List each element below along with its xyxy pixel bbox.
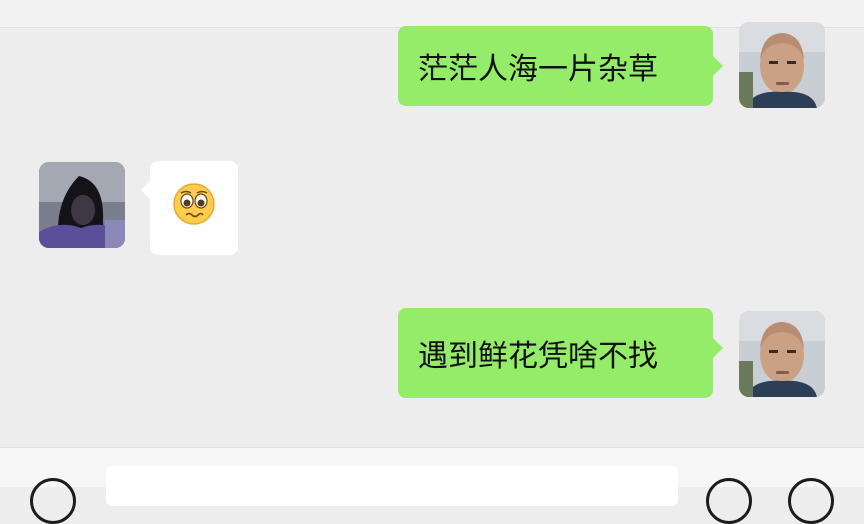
input-bar [0, 447, 864, 524]
girl-portrait-image [39, 162, 125, 248]
sent-message-bubble[interactable]: 茫茫人海一片杂草 [398, 26, 723, 106]
received-message-bubble[interactable] [141, 161, 238, 255]
self-avatar[interactable] [739, 22, 825, 108]
man-portrait-image [739, 311, 825, 397]
emoji-icon[interactable] [706, 478, 752, 524]
man-portrait-image [739, 22, 825, 108]
message-input[interactable] [106, 466, 678, 506]
sent-message-bubble[interactable]: 遇到鲜花凭啥不找 [398, 308, 723, 398]
pleading-face-emoji [172, 182, 216, 234]
voice-icon[interactable] [30, 478, 76, 524]
message-text: 遇到鲜花凭啥不找 [418, 339, 658, 374]
self-avatar[interactable] [739, 311, 825, 397]
contact-avatar[interactable] [39, 162, 125, 248]
plus-icon[interactable] [788, 478, 834, 524]
message-text: 茫茫人海一片杂草 [418, 52, 658, 87]
top-divider [0, 0, 864, 28]
